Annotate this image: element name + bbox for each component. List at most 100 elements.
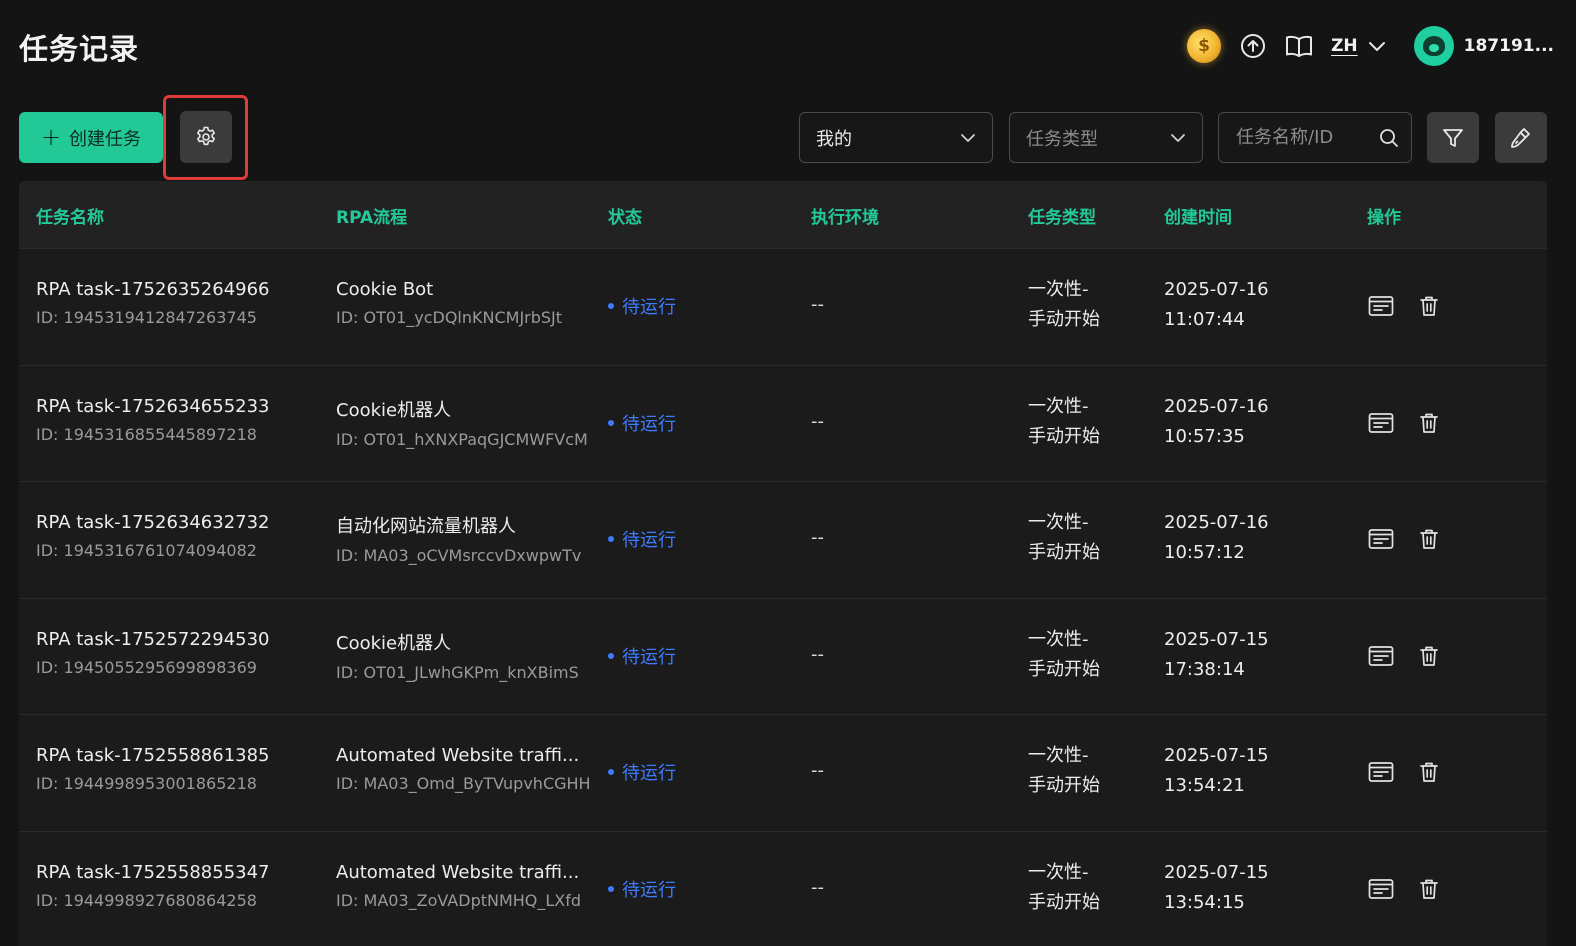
avatar[interactable]	[1413, 26, 1454, 66]
trash-icon[interactable]	[1415, 409, 1443, 437]
page-header: 任务记录 $ ZH 187191...	[0, 0, 1576, 92]
status-badge: 待运行	[608, 876, 676, 902]
log-icon[interactable]	[1367, 292, 1395, 320]
user-name[interactable]: 187191...	[1464, 36, 1554, 56]
task-type-cell: 一次性- 手动开始	[1028, 741, 1100, 801]
task-name[interactable]: RPA task-1752558855347	[36, 862, 270, 883]
table-row[interactable]: RPA task-1752634655233 ID: 1945316855445…	[19, 366, 1547, 482]
trash-icon[interactable]	[1415, 292, 1443, 320]
column-header-created-time: 创建时间	[1164, 208, 1232, 228]
rpa-flow-name[interactable]: Cookie机器人	[336, 629, 579, 655]
rpa-flow-name[interactable]: Cookie Bot	[336, 279, 562, 300]
clear-filter-button[interactable]	[1495, 112, 1547, 163]
column-header-task-name: 任务名称	[36, 208, 104, 228]
row-actions	[1367, 642, 1443, 670]
row-actions	[1367, 758, 1443, 786]
log-icon[interactable]	[1367, 875, 1395, 903]
row-actions	[1367, 875, 1443, 903]
book-icon[interactable]	[1285, 32, 1313, 60]
created-time: 10:57:35	[1164, 425, 1245, 447]
status-text: 待运行	[622, 646, 676, 668]
task-type-line1: 一次性-	[1028, 279, 1089, 300]
trash-icon[interactable]	[1415, 875, 1443, 903]
create-task-button[interactable]: + 创建任务	[19, 112, 163, 163]
table-header: 任务名称 RPA流程 状态 执行环境 任务类型 创建时间 操作	[19, 181, 1547, 249]
task-type-line2: 手动开始	[1028, 425, 1100, 447]
task-name-cell: RPA task-1752635264966 ID: 1945319412847…	[36, 279, 270, 327]
rpa-flow-cell: Automated Website traffi... ID: MA03_Omd…	[336, 745, 591, 793]
trash-icon[interactable]	[1415, 758, 1443, 786]
chevron-down-icon	[1368, 42, 1385, 51]
table-body: RPA task-1752635264966 ID: 1945319412847…	[19, 249, 1547, 946]
create-task-label: 创建任务	[69, 128, 142, 150]
created-time-cell: 2025-07-15 13:54:21	[1164, 741, 1269, 801]
created-time-cell: 2025-07-16 11:07:44	[1164, 275, 1269, 335]
task-name[interactable]: RPA task-1752634632732	[36, 512, 270, 533]
rpa-flow-name[interactable]: Automated Website traffi...	[336, 745, 591, 766]
chevron-down-icon	[961, 133, 975, 142]
column-header-task-type: 任务类型	[1028, 208, 1096, 228]
funnel-icon	[1443, 128, 1463, 147]
column-header-rpa-flow: RPA流程	[336, 208, 408, 228]
task-name-cell: RPA task-1752634632732 ID: 1945316761074…	[36, 512, 270, 560]
task-type-line2: 手动开始	[1028, 542, 1100, 563]
table-row[interactable]: RPA task-1752558861385 ID: 1944998953001…	[19, 715, 1547, 832]
table-row[interactable]: RPA task-1752558855347 ID: 1944998927680…	[19, 832, 1547, 946]
task-name[interactable]: RPA task-1752634655233	[36, 396, 270, 417]
table-row[interactable]: RPA task-1752635264966 ID: 1945319412847…	[19, 249, 1547, 366]
created-time-cell: 2025-07-15 17:38:14	[1164, 625, 1269, 685]
owner-filter-select[interactable]: 我的	[799, 112, 993, 163]
row-actions	[1367, 409, 1443, 437]
created-date: 2025-07-15	[1164, 628, 1269, 650]
created-time: 17:38:14	[1164, 658, 1245, 680]
upload-icon[interactable]	[1239, 32, 1267, 60]
created-date: 2025-07-16	[1164, 279, 1269, 300]
log-icon[interactable]	[1367, 758, 1395, 786]
task-type-line2: 手动开始	[1028, 891, 1100, 913]
status-dot	[608, 419, 614, 426]
task-id: ID: 1945319412847263745	[36, 308, 257, 327]
language-selector[interactable]: ZH	[1331, 36, 1386, 56]
rpa-flow-id: ID: OT01_ycDQlnKNCMJrbSJt	[336, 308, 563, 327]
task-type-line2: 手动开始	[1028, 309, 1100, 330]
trash-icon[interactable]	[1415, 642, 1443, 670]
task-type-line2: 手动开始	[1028, 775, 1100, 796]
coin-icon[interactable]: $	[1187, 29, 1222, 63]
filter-button[interactable]	[1427, 112, 1479, 163]
task-type-line1: 一次性-	[1028, 745, 1089, 766]
rpa-flow-name[interactable]: 自动化网站流量机器人	[336, 512, 581, 538]
task-type-placeholder: 任务类型	[1026, 128, 1098, 150]
task-type-cell: 一次性- 手动开始	[1028, 275, 1100, 335]
owner-filter-value: 我的	[816, 128, 852, 150]
task-type-cell: 一次性- 手动开始	[1028, 392, 1100, 452]
log-icon[interactable]	[1367, 525, 1395, 553]
page-title: 任务记录	[19, 32, 140, 66]
task-name-cell: RPA task-1752558855347 ID: 1944998927680…	[36, 862, 270, 910]
task-type-select[interactable]: 任务类型	[1009, 112, 1203, 163]
task-type-cell: 一次性- 手动开始	[1028, 508, 1100, 568]
trash-icon[interactable]	[1415, 525, 1443, 553]
task-name-cell: RPA task-1752558861385 ID: 1944998953001…	[36, 745, 270, 793]
rpa-flow-name[interactable]: Automated Website traffi...	[336, 862, 581, 883]
rpa-flow-id: ID: MA03_ZoVADptNMHQ_LXfd	[336, 890, 582, 910]
gear-icon	[197, 126, 215, 146]
task-name[interactable]: RPA task-1752572294530	[36, 629, 270, 650]
table-row[interactable]: RPA task-1752572294530 ID: 1945055295699…	[19, 599, 1547, 715]
task-table: 任务名称 RPA流程 状态 执行环境 任务类型 创建时间 操作 RPA task…	[19, 181, 1547, 946]
log-icon[interactable]	[1367, 642, 1395, 670]
task-type-cell: 一次性- 手动开始	[1028, 625, 1100, 685]
settings-button[interactable]	[180, 111, 232, 163]
log-icon[interactable]	[1367, 409, 1395, 437]
status-badge: 待运行	[608, 526, 676, 552]
table-row[interactable]: RPA task-1752634632732 ID: 1945316761074…	[19, 482, 1547, 599]
task-type-line1: 一次性-	[1028, 628, 1089, 650]
environment-value: --	[811, 527, 824, 548]
task-id: ID: 1945055295699898369	[36, 657, 257, 677]
task-name[interactable]: RPA task-1752558861385	[36, 745, 270, 766]
task-type-line2: 手动开始	[1028, 658, 1100, 680]
rpa-flow-name[interactable]: Cookie机器人	[336, 396, 588, 422]
search-icon[interactable]	[1379, 128, 1399, 148]
task-type-line1: 一次性-	[1028, 512, 1089, 533]
search-input[interactable]	[1234, 126, 1374, 149]
task-name[interactable]: RPA task-1752635264966	[36, 279, 270, 300]
